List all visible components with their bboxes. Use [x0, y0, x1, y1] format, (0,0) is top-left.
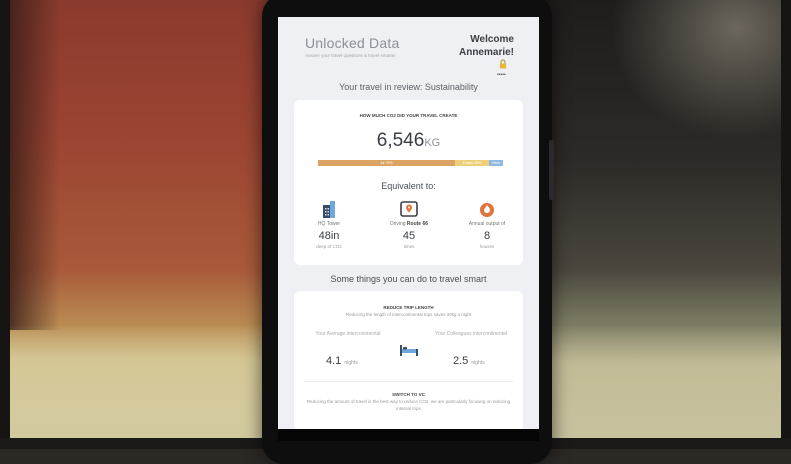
letterbox-left [0, 0, 10, 449]
co2-total: 6,546KG [294, 130, 523, 152]
breakdown-segment-other[interactable]: Other [489, 160, 503, 166]
colleagues-average-label: Your Colleagues intercontinental [435, 331, 507, 337]
app-subtitle: Answer your travel questions & travel sm… [305, 53, 396, 58]
review-heading: Your travel in review: Sustainability [339, 82, 478, 92]
co2-total-value: 6,546 [376, 130, 425, 151]
phone-bottom-bezel [278, 429, 539, 441]
app-header: Unlocked Data Answer your travel questio… [278, 17, 539, 85]
equivalent-label: Driving Route 66 [389, 221, 429, 227]
equivalent-value: 45 [402, 230, 416, 242]
co2-card: HOW MUCH CO2 DID YOUR TRAVEL CREATE 6,54… [294, 100, 523, 265]
bed-icon [400, 345, 418, 356]
equivalent-value: 48in [318, 230, 340, 242]
co2-total-unit: KG [424, 137, 441, 149]
background-light [610, 0, 791, 140]
building-icon [323, 201, 335, 218]
welcome-user-name: Annemarie! [458, 47, 514, 58]
welcome-message: Welcome Annemarie! [424, 33, 514, 59]
co2-breakdown-bar: Air 75% Hotels 18% Other [318, 160, 503, 166]
tips-heading: Some things you can do to travel smart [330, 274, 487, 284]
page-dots: ••••• [497, 72, 506, 78]
flame-icon [480, 203, 494, 217]
your-average-nights: 4.1 nights [326, 355, 358, 367]
letterbox-right [781, 0, 791, 449]
co2-question: HOW MUCH CO2 DID YOUR TRAVEL CREATE [359, 113, 458, 118]
equivalent-item-houses: Annual output of 8 houses [452, 200, 522, 249]
app-title: Unlocked Data [305, 35, 400, 51]
equivalent-item-tower: HQ Tower 48in deep of CO2 [294, 200, 364, 249]
phone-side-button [549, 140, 554, 200]
tip-description: Reducing the length of intercontinental … [345, 312, 472, 317]
your-average-label: Your Average intercontinental [315, 331, 381, 337]
tips-divider [304, 381, 513, 382]
equivalent-value: 8 [483, 230, 491, 242]
tip-title: REDUCE TRIP LENGTH [383, 305, 434, 310]
tips-card: REDUCE TRIP LENGTH Reducing the length o… [294, 291, 523, 429]
equivalent-unit: deep of CO2 [316, 244, 342, 249]
breakdown-segment-hotels[interactable]: Hotels 18% [455, 160, 489, 166]
welcome-line-1: Welcome [470, 34, 514, 45]
breakdown-segment-air[interactable]: Air 75% [318, 160, 455, 166]
equivalent-heading: Equivalent to: [381, 181, 436, 191]
tip-title: SWITCH TO VC [392, 392, 425, 397]
equivalent-unit: times [403, 244, 415, 249]
equivalent-label: Annual output of [468, 221, 506, 227]
equivalent-unit: houses [479, 244, 495, 249]
equivalent-label: HQ Tower [317, 221, 341, 227]
colleagues-average-nights: 2.5 nights [453, 355, 485, 367]
lock-icon[interactable] [498, 59, 508, 69]
map-pin-icon [400, 201, 418, 217]
tip-description: Reducing the amount of travel is the bes… [306, 399, 511, 411]
equivalent-item-route66: Driving Route 66 45 times [374, 200, 444, 249]
phone-screen[interactable]: Unlocked Data Answer your travel questio… [278, 17, 539, 429]
